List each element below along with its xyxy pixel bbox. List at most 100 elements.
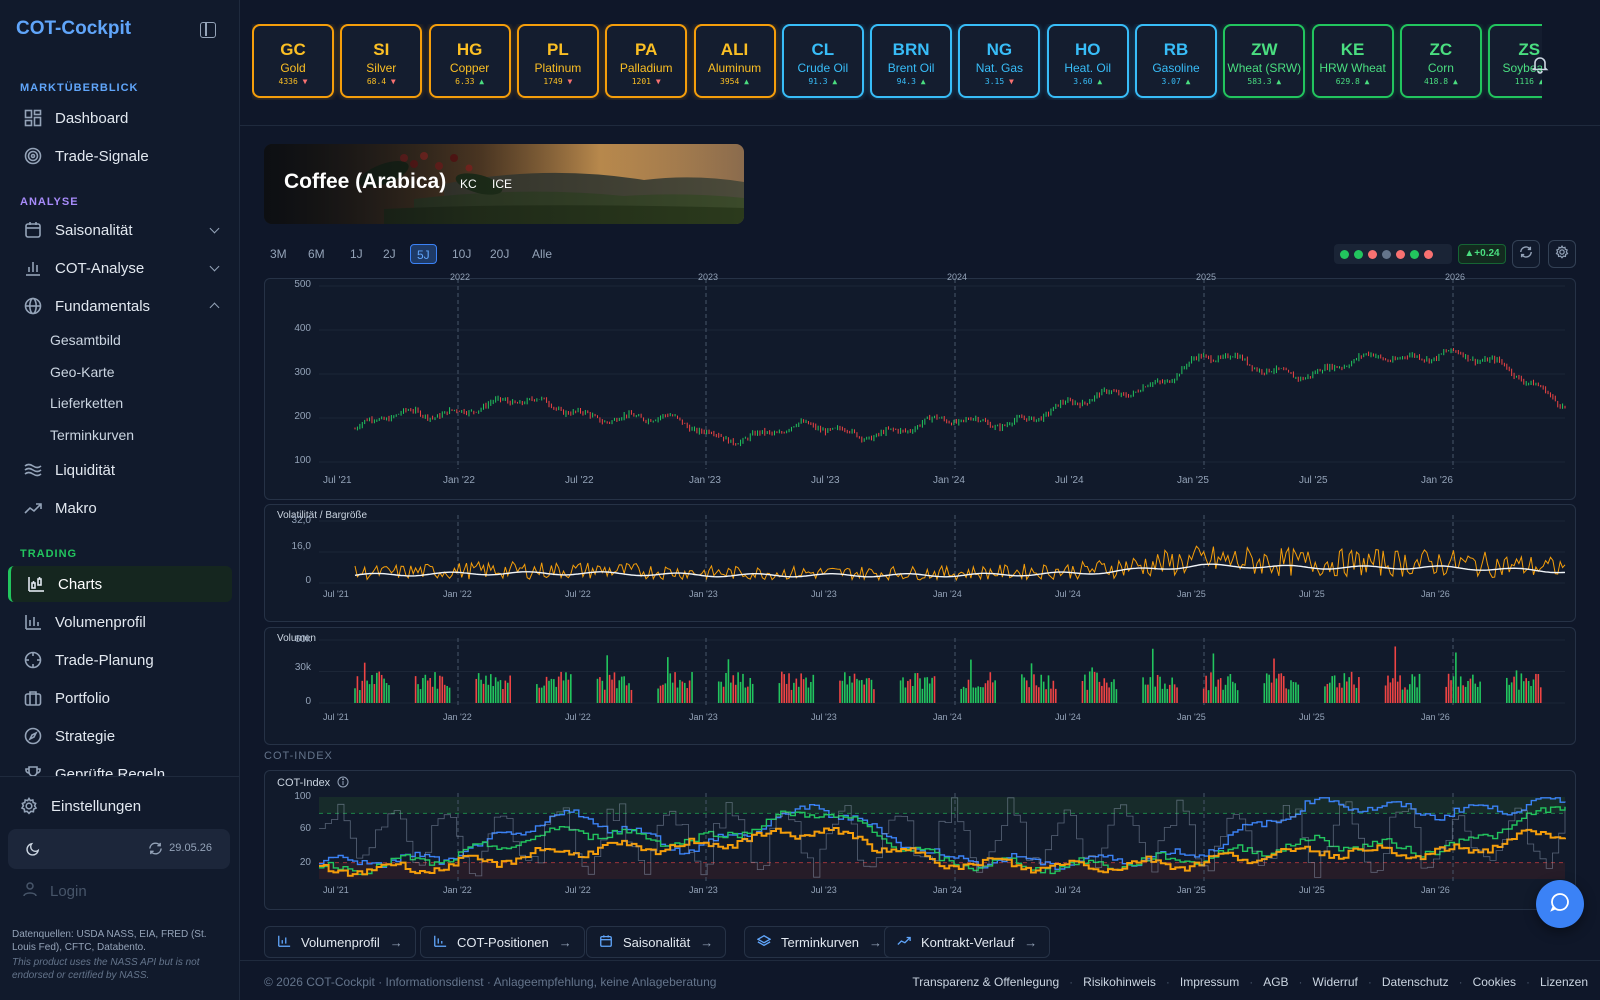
ticker-card[interactable]: PA Palladium 1201 ▼: [605, 24, 688, 98]
ticker-card[interactable]: HO Heat. Oil 3.60 ▲: [1046, 24, 1129, 98]
sidebar-item-dashboard[interactable]: Dashboard: [8, 100, 232, 136]
sidebar-subitem-supply-chains[interactable]: Lieferketten: [50, 395, 123, 411]
sidebar-subitem-geo-map[interactable]: Geo-Karte: [50, 364, 115, 380]
delta-badge: ▲+0.24: [1458, 244, 1506, 264]
ticker-card[interactable]: HG Copper 6.33 ▲: [428, 24, 511, 98]
x-axis-tick: Jul '25: [1299, 589, 1325, 599]
chevron-up-icon: [209, 302, 220, 313]
quick-link-button[interactable]: Terminkurven →: [744, 926, 896, 958]
sidebar-item-tested-rules[interactable]: Geprüfte Regeln: [8, 756, 232, 776]
range-button[interactable]: 20J: [484, 244, 515, 264]
footer-link[interactable]: Transparenz & Offenlegung: [912, 975, 1059, 989]
range-button[interactable]: 2J: [377, 244, 402, 264]
sidebar-item-label: Saisonalität: [55, 221, 133, 239]
range-button[interactable]: 5J: [410, 244, 437, 264]
quick-link-button[interactable]: Kontrakt-Verlauf →: [884, 926, 1051, 958]
ticker-card[interactable]: ZC Corn 418.8 ▲: [1399, 24, 1482, 98]
sidebar-item-label: Trade-Planung: [55, 651, 154, 669]
sidebar-item-charts[interactable]: Charts: [8, 566, 232, 602]
ticker-card[interactable]: NG Nat. Gas 3.15 ▼: [958, 24, 1041, 98]
overbought-zone: [319, 797, 1565, 814]
sidebar-item-seasonality[interactable]: Saisonalität: [8, 212, 232, 248]
refresh-button[interactable]: [1512, 240, 1540, 268]
theme-toggle[interactable]: 29.05.26: [8, 829, 230, 869]
quick-link-button[interactable]: Saisonalität →: [586, 926, 727, 958]
cot-index-panel[interactable]: COT-Index 100 60 20 Jul '21 Jan '22 Jul '22 J…: [264, 770, 1576, 910]
sidebar-item-liquidity[interactable]: Liquidität: [8, 452, 232, 488]
sidebar-subitem-overview[interactable]: Gesamtbild: [50, 332, 121, 348]
ticker-price: 1201 ▼: [631, 77, 661, 86]
range-button[interactable]: Alle: [526, 244, 558, 264]
brand-logo[interactable]: COT-Cockpit: [16, 18, 131, 40]
ticker-price: 3.07 ▲: [1161, 77, 1191, 86]
price-chart[interactable]: [265, 279, 1577, 501]
sidebar-collapse-icon[interactable]: [200, 22, 216, 38]
range-button[interactable]: 3M: [264, 244, 293, 264]
moon-icon[interactable]: [26, 841, 41, 861]
y-axis-tick: 500: [294, 279, 311, 290]
sidebar-item-macro[interactable]: Makro: [8, 490, 232, 526]
ticker-card[interactable]: RB Gasoline 3.07 ▲: [1135, 24, 1217, 98]
status-dot: [1368, 250, 1377, 259]
ticker-symbol: SI: [373, 40, 390, 59]
footer-separator: ·: [1069, 975, 1074, 989]
quick-link-button[interactable]: Volumenprofil →: [264, 926, 416, 958]
x-axis-tick: Jul '21: [323, 712, 349, 722]
ticker-name: HRW Wheat: [1319, 61, 1386, 75]
status-dot: [1354, 250, 1363, 259]
ticker-name: Platinum: [534, 61, 582, 75]
sidebar-item-portfolio[interactable]: Portfolio: [8, 680, 232, 716]
ticker-card[interactable]: BRN Brent Oil 94.3 ▲: [870, 24, 953, 98]
ticker-card[interactable]: KE HRW Wheat 629.8 ▲: [1311, 24, 1394, 98]
sidebar-item-signals[interactable]: Trade-Signale: [8, 138, 232, 174]
x-axis-tick: Jan '22: [443, 712, 472, 722]
range-button[interactable]: 6M: [302, 244, 331, 264]
sidebar-subitem-term-curves[interactable]: Terminkurven: [50, 427, 134, 443]
chart-settings-button[interactable]: [1548, 240, 1576, 268]
x-axis-tick: Jul '25: [1299, 475, 1328, 486]
quick-link-button[interactable]: COT-Positionen →: [420, 926, 585, 958]
arrow-right-icon: →: [389, 934, 403, 950]
price-chart-panel[interactable]: 500 400 300 200 100 Jul '21 Jan '22 Jul '22 Jan…: [264, 272, 1577, 501]
footer-link[interactable]: Widerruf: [1313, 975, 1358, 989]
x-axis-tick: Jan '23: [689, 885, 718, 895]
x-axis-tick: Jul '23: [811, 475, 840, 486]
y-axis-tick: 100: [294, 455, 311, 466]
bell-icon[interactable]: [1530, 54, 1550, 79]
x-axis-tick: Jan '24: [933, 885, 962, 895]
calendar-icon: [599, 934, 613, 951]
footer-link[interactable]: AGB: [1263, 975, 1288, 989]
sidebar-item-strategy[interactable]: Strategie: [8, 718, 232, 754]
footer-separator: ·: [1367, 975, 1372, 989]
login-link[interactable]: Login: [22, 881, 87, 901]
sidebar-item-trade-planning[interactable]: Trade-Planung: [8, 642, 232, 678]
footer-link[interactable]: Lizenzen: [1540, 975, 1588, 989]
ticker-card[interactable]: ALI Aluminum 3954 ▲: [693, 24, 776, 98]
volume-panel[interactable]: Volumen 60k 30k 0 Jul '21 Jan '22 Jul '22 Jan…: [264, 627, 1576, 745]
sidebar-item-settings[interactable]: Einstellungen: [4, 788, 228, 824]
volatility-panel[interactable]: Volatilität / Bargröße 32,0 16,0 0 Jul '21…: [264, 504, 1576, 622]
sidebar-item-volume-profile[interactable]: Volumenprofil: [8, 604, 232, 640]
x-axis-tick: Jul '22: [565, 885, 591, 895]
footer-link[interactable]: Cookies: [1473, 975, 1516, 989]
range-button[interactable]: 10J: [446, 244, 477, 264]
footer-link[interactable]: Impressum: [1180, 975, 1239, 989]
range-button[interactable]: 1J: [344, 244, 369, 264]
footer-link[interactable]: Datenschutz: [1382, 975, 1449, 989]
ticker-card[interactable]: PL Platinum 1749 ▼: [516, 24, 599, 98]
chat-button[interactable]: [1536, 880, 1584, 928]
footer-link[interactable]: Risikohinweis: [1083, 975, 1156, 989]
ticker-card[interactable]: CL Crude Oil 91.3 ▲: [781, 24, 864, 98]
sidebar-item-fundamentals[interactable]: Fundamentals: [8, 288, 232, 324]
x-axis-tick: Jul '22: [565, 475, 594, 486]
ticker-card[interactable]: SI Silver 68.4 ▼: [340, 24, 423, 98]
sidebar-item-label: Strategie: [55, 727, 116, 745]
volatility-chart[interactable]: [265, 505, 1577, 623]
refresh-icon[interactable]: [148, 841, 163, 861]
ticker-card[interactable]: ZW Wheat (SRW) 583.3 ▲: [1223, 24, 1306, 98]
sidebar-item-label: Fundamentals: [55, 297, 151, 315]
dashboard-icon: [24, 109, 42, 127]
ticker-card[interactable]: GC Gold 4336 ▼: [252, 24, 334, 98]
sidebar-item-cot[interactable]: COT-Analyse: [8, 250, 232, 286]
volume-chart[interactable]: [265, 628, 1577, 746]
